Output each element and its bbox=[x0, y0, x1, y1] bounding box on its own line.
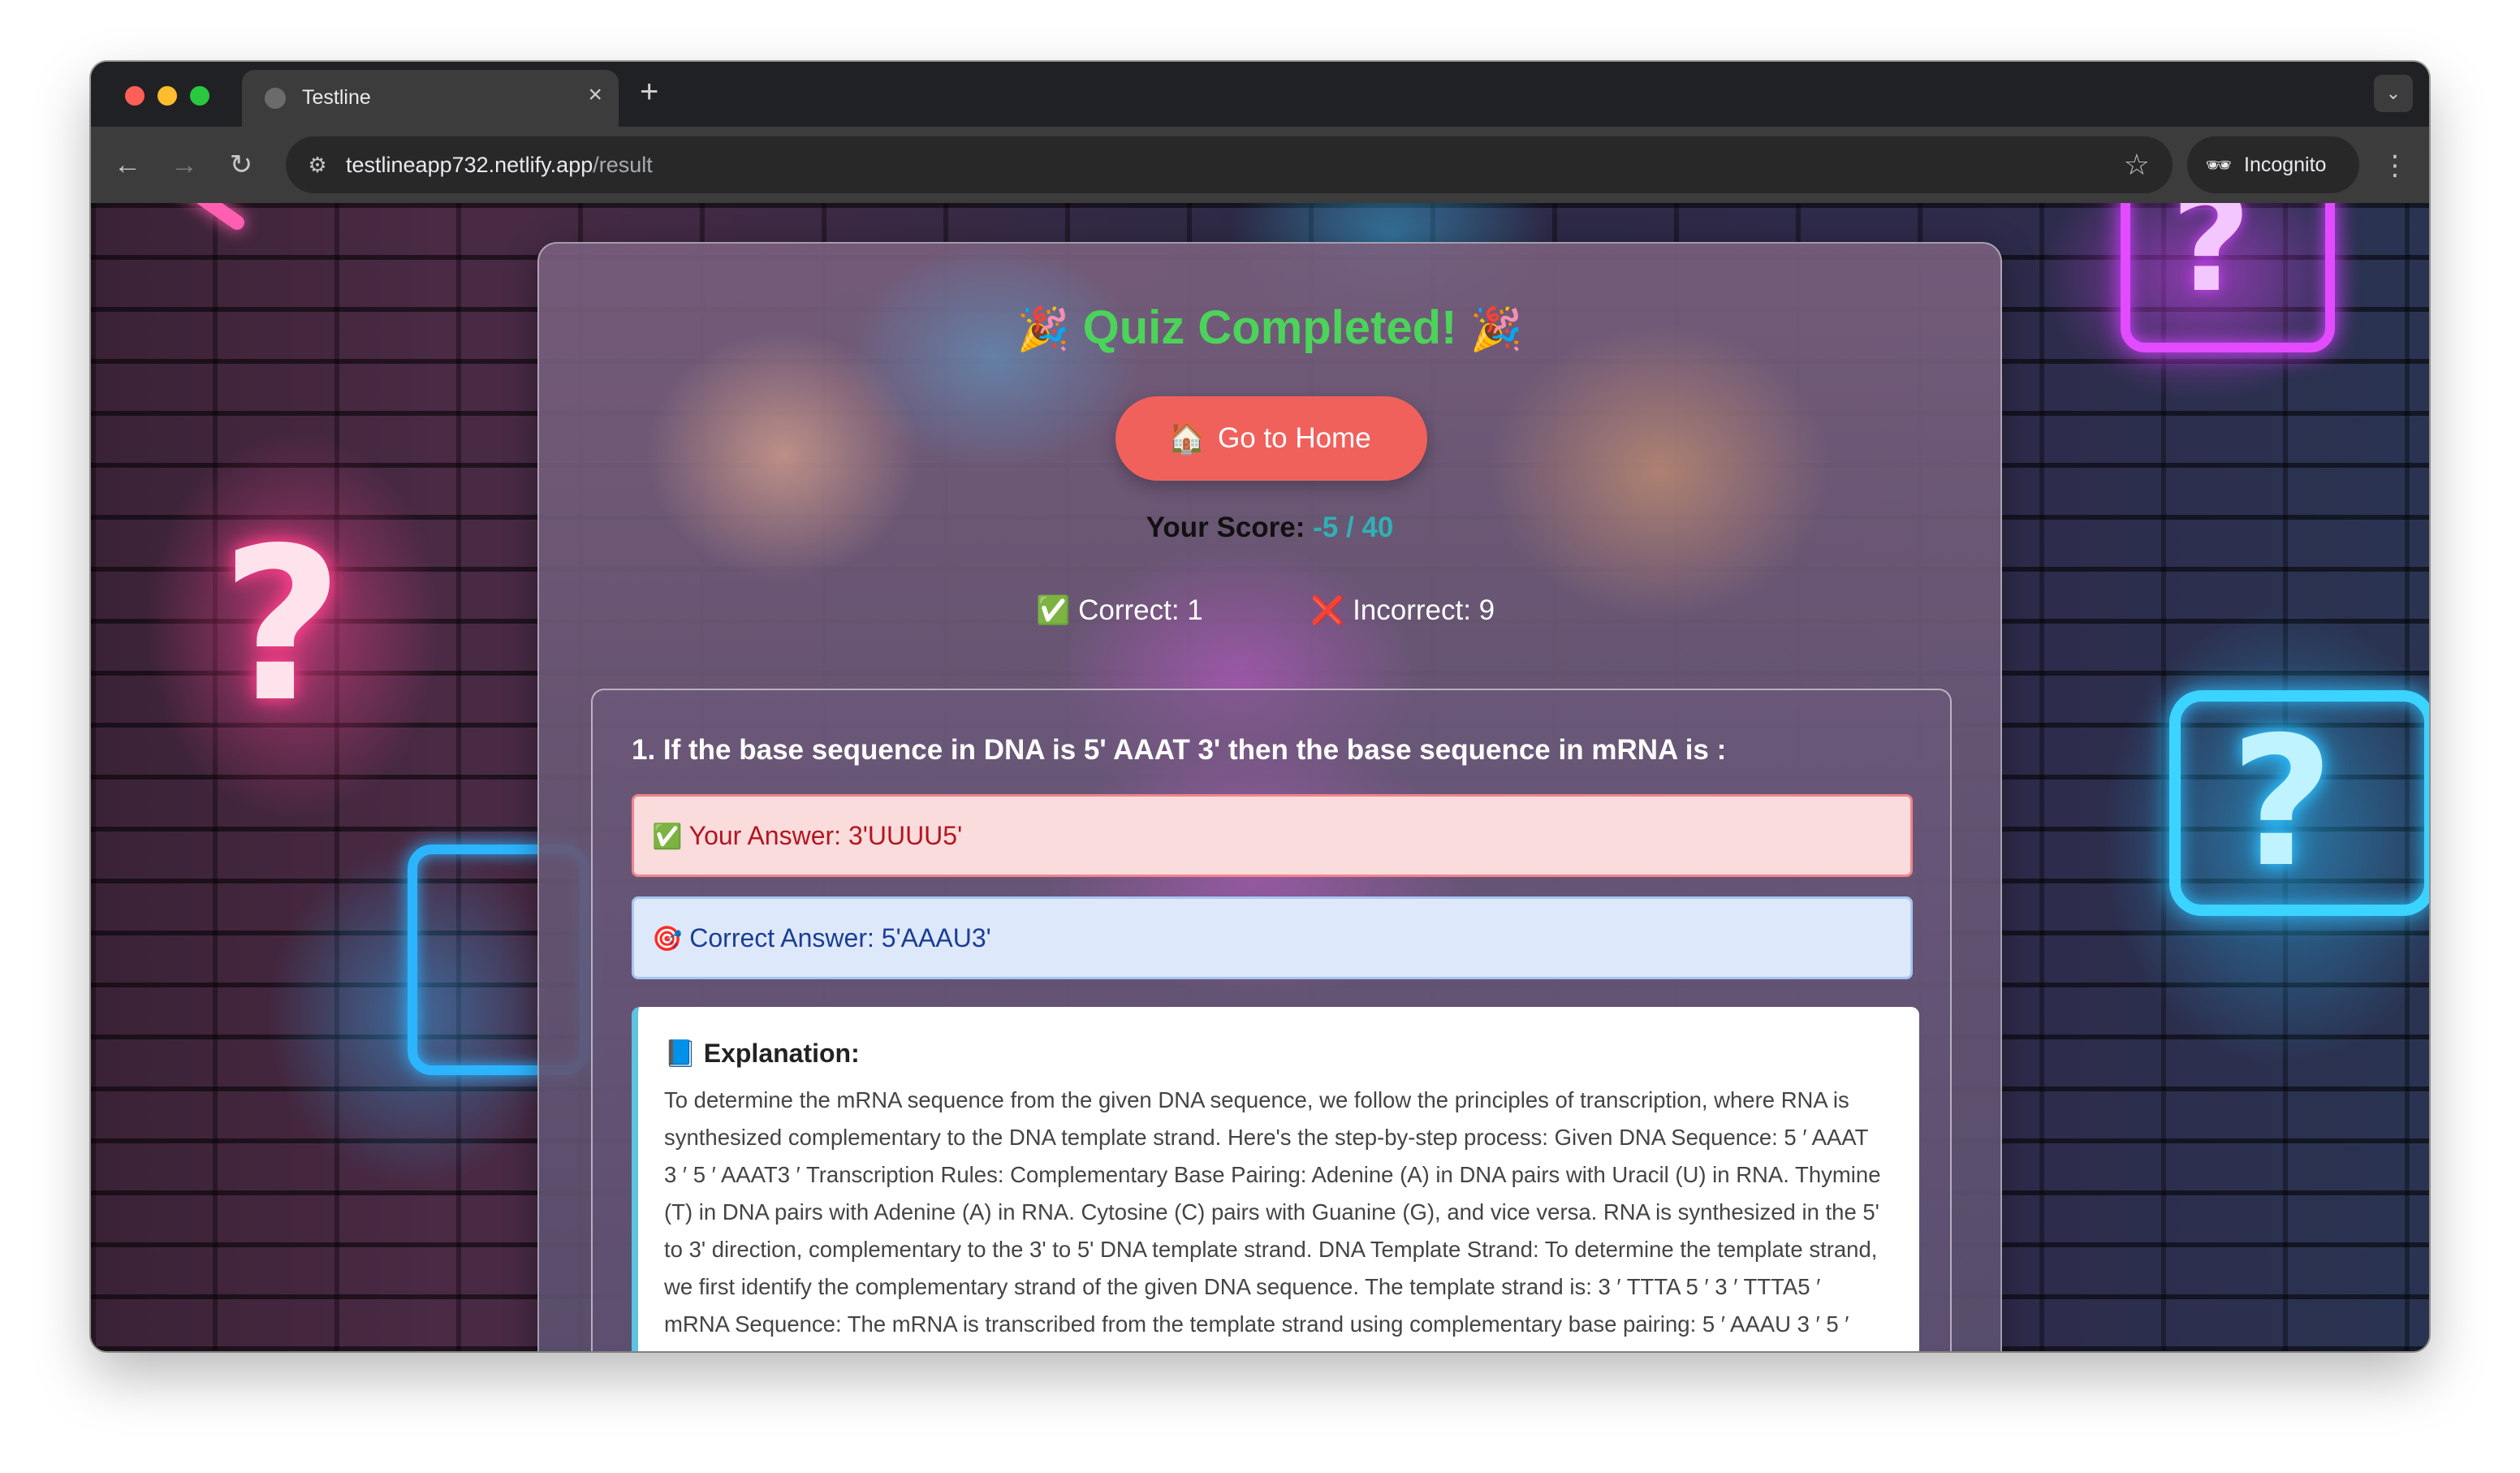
question-text: 1. If the base sequence in DNA is 5' AAA… bbox=[632, 734, 1727, 766]
question-review-card: 1. If the base sequence in DNA is 5' AAA… bbox=[591, 689, 1952, 1351]
url-path: /result bbox=[593, 153, 653, 177]
party-popper-icon: 🎉 bbox=[1016, 306, 1070, 353]
globe-icon bbox=[265, 88, 286, 109]
back-arrow-icon[interactable]: ← bbox=[107, 145, 148, 185]
explanation-box: 📘 Explanation: To determine the mRNA seq… bbox=[632, 1007, 1919, 1351]
neon-question-mark-icon: ? bbox=[2171, 203, 2251, 323]
page-title: 🎉 Quiz Completed! 🎉 bbox=[539, 300, 2000, 355]
chevron-down-icon[interactable]: ⌄ bbox=[2374, 75, 2413, 112]
correct-answer-content: 🎯 Correct Answer: 5'AAAU3' bbox=[652, 923, 991, 953]
home-button-label: Go to Home bbox=[1218, 422, 1371, 454]
your-answer-text: Your Answer: 3'UUUU5' bbox=[688, 821, 963, 850]
url-text[interactable]: testlineapp732.netlify.app/result bbox=[346, 153, 653, 178]
correct-label: Correct: 1 bbox=[1078, 594, 1203, 626]
correct-answer-text: Correct Answer: 5'AAAU3' bbox=[689, 923, 991, 952]
minimize-window-button[interactable] bbox=[158, 86, 177, 106]
check-mark-icon: ✅ bbox=[652, 823, 683, 850]
tab-close-icon[interactable]: × bbox=[588, 81, 602, 109]
your-answer-content: ✅ Your Answer: 3'UUUU5' bbox=[652, 821, 962, 851]
browser-window: Testline × + ⌄ ← → ↻ ⚙ testlineapp732.ne… bbox=[91, 62, 2429, 1351]
explanation-text: To determine the mRNA sequence from the … bbox=[664, 1087, 1881, 1351]
cross-mark-icon: ❌ bbox=[1310, 595, 1345, 626]
incorrect-label: Incorrect: 9 bbox=[1353, 594, 1495, 626]
score-value: -5 / 40 bbox=[1313, 512, 1394, 543]
neon-question-mark-icon: ? bbox=[221, 503, 343, 749]
explanation-heading: 📘 Explanation: bbox=[664, 1038, 860, 1069]
home-icon: 🏠 bbox=[1167, 421, 1206, 456]
result-card: 🎉 Quiz Completed! 🎉 🏠 Go to Home Your Sc… bbox=[537, 242, 2002, 1351]
target-icon: 🎯 bbox=[652, 926, 683, 952]
tab-title: Testline bbox=[302, 86, 371, 109]
tab-testline[interactable]: Testline × bbox=[242, 70, 619, 127]
address-bar[interactable]: ⚙ testlineapp732.netlify.app/result ☆ bbox=[286, 136, 2173, 193]
book-icon: 📘 bbox=[664, 1039, 697, 1068]
go-to-home-button[interactable]: 🏠 Go to Home bbox=[1115, 396, 1427, 481]
new-tab-button[interactable]: + bbox=[640, 73, 658, 110]
neon-background-decoration bbox=[145, 203, 248, 233]
reload-icon[interactable]: ↻ bbox=[221, 145, 261, 185]
incognito-label: Incognito bbox=[2244, 153, 2327, 176]
maximize-window-button[interactable] bbox=[190, 86, 209, 106]
bookmark-star-icon[interactable]: ☆ bbox=[2124, 148, 2150, 182]
score-line: Your Score: -5 / 40 bbox=[539, 512, 2000, 544]
title-text: Quiz Completed! bbox=[1082, 301, 1457, 354]
explanation-title: Explanation: bbox=[703, 1039, 860, 1068]
incognito-chip[interactable]: 🕶 Incognito bbox=[2187, 136, 2359, 193]
forward-arrow-icon[interactable]: → bbox=[164, 145, 205, 185]
tab-strip: Testline × + ⌄ bbox=[91, 62, 2429, 127]
incorrect-count: ❌ Incorrect: 9 bbox=[1310, 594, 1495, 627]
kebab-menu-icon[interactable]: ⋮ bbox=[2379, 141, 2411, 190]
your-answer-box: ✅ Your Answer: 3'UUUU5' bbox=[632, 794, 1913, 877]
check-mark-icon: ✅ bbox=[1036, 595, 1071, 626]
incognito-icon: 🕶 bbox=[2205, 153, 2233, 177]
correct-count: ✅ Correct: 1 bbox=[1036, 594, 1203, 627]
correct-answer-box: 🎯 Correct Answer: 5'AAAU3' bbox=[632, 896, 1913, 979]
page-viewport: ? ? ? 🎉 Quiz Completed! 🎉 🏠 Go to Home Y… bbox=[91, 203, 2429, 1351]
close-window-button[interactable] bbox=[125, 86, 145, 106]
url-host: testlineapp732.netlify.app bbox=[346, 153, 593, 177]
score-label: Your Score: bbox=[1146, 512, 1305, 543]
neon-question-mark-icon: ? bbox=[2230, 698, 2334, 906]
browser-toolbar: ← → ↻ ⚙ testlineapp732.netlify.app/resul… bbox=[91, 127, 2429, 203]
party-popper-icon: 🎉 bbox=[1469, 306, 1523, 353]
site-info-icon[interactable]: ⚙ bbox=[304, 151, 331, 179]
